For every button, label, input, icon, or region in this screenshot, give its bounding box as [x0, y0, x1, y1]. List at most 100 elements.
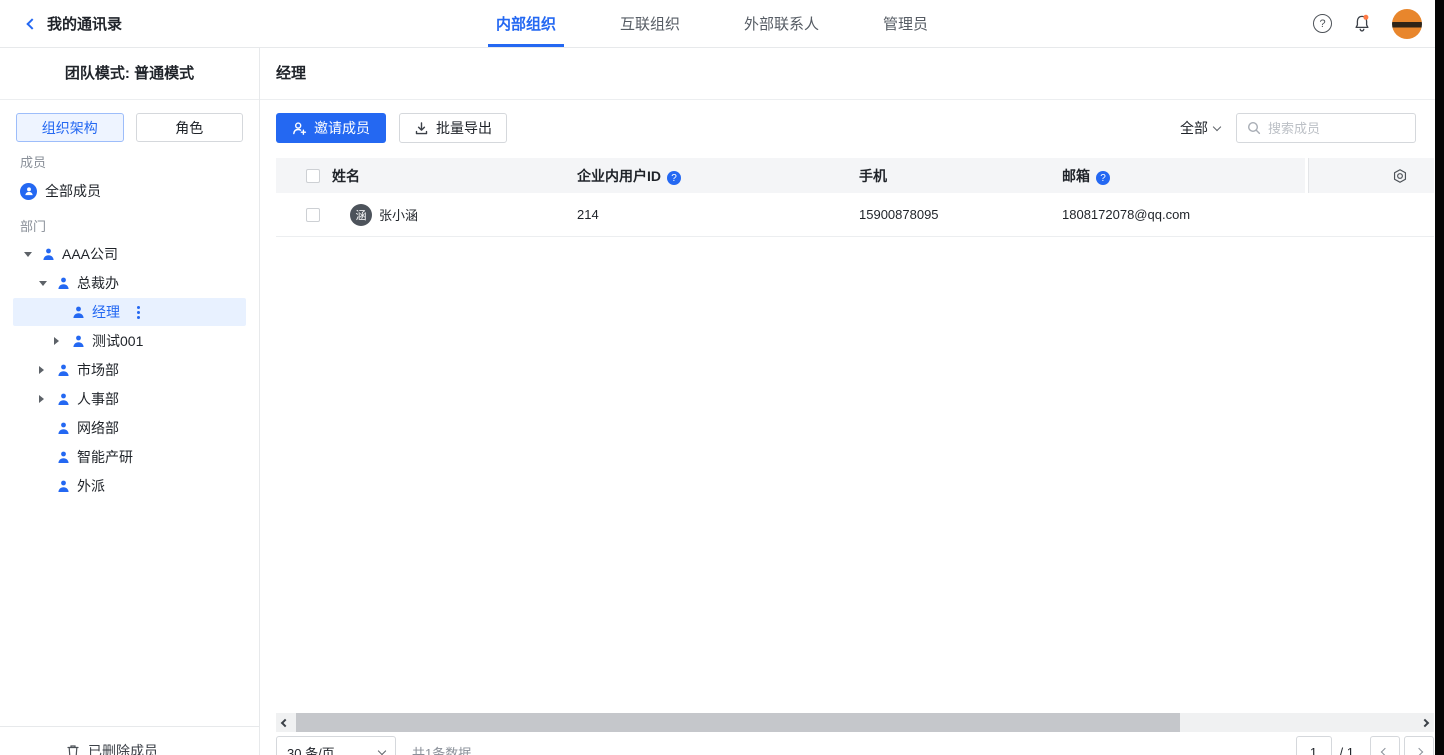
chevron-left-icon: [281, 718, 289, 726]
dept-title: 经理: [260, 48, 1444, 100]
invite-member-label: 邀请成员: [314, 118, 370, 138]
chevron-right-icon: [1415, 748, 1423, 755]
department-icon: [57, 364, 70, 377]
batch-export-button[interactable]: 批量导出: [399, 113, 507, 143]
notification-dot: [1363, 15, 1368, 20]
department-icon: [57, 422, 70, 435]
table-row[interactable]: 涵 张小涵 214 15900878095 1808172078@qq.com: [276, 193, 1434, 237]
batch-export-label: 批量导出: [436, 118, 492, 138]
row-checkbox-cell: [276, 208, 332, 222]
next-page-button[interactable]: [1404, 736, 1434, 755]
chevron-left-icon: [1381, 748, 1389, 755]
scrollbar-thumb[interactable]: [296, 713, 1180, 732]
member-avatar: 涵: [350, 204, 372, 226]
tab-label: 管理员: [883, 13, 928, 34]
tree-item-manager[interactable]: 经理: [13, 298, 246, 326]
topbar-actions: ?: [1313, 0, 1422, 47]
help-icon[interactable]: ?: [1096, 171, 1110, 185]
scroll-left-button[interactable]: [276, 713, 294, 732]
pager: 1 / 1: [1296, 736, 1434, 755]
tree-collapse-icon[interactable]: [24, 252, 42, 257]
tree-collapse-icon[interactable]: [39, 281, 57, 286]
tree-expand-icon[interactable]: [54, 337, 72, 345]
column-header-email: 邮箱?: [1062, 166, 1305, 186]
trash-icon: [66, 744, 80, 755]
notification-bell-icon[interactable]: [1353, 14, 1371, 33]
current-page-input[interactable]: 1: [1296, 736, 1332, 755]
page-size-select[interactable]: 30 条/页: [276, 736, 396, 755]
tree-item-marketing[interactable]: 市场部: [13, 356, 246, 384]
tree-item-label: AAA公司: [62, 244, 118, 264]
help-icon[interactable]: ?: [667, 171, 681, 185]
tree-item-outsourced[interactable]: 外派: [13, 472, 246, 500]
row-settings-cell: [1305, 193, 1434, 236]
chevron-down-icon: [1213, 122, 1221, 130]
tab-internal-org[interactable]: 内部组织: [488, 0, 564, 47]
tab-connected-org[interactable]: 互联组织: [612, 0, 688, 47]
prev-page-button[interactable]: [1370, 736, 1400, 755]
tab-label: 互联组织: [620, 13, 680, 34]
scroll-right-button[interactable]: [1416, 713, 1434, 732]
team-mode-label: 团队模式: 普通模式: [0, 48, 259, 100]
dept-section-label: 部门: [20, 216, 259, 231]
tab-external-contacts[interactable]: 外部联系人: [736, 0, 827, 47]
department-icon: [57, 393, 70, 406]
search-input[interactable]: [1268, 121, 1405, 136]
tree-item-more-icon[interactable]: [137, 311, 140, 314]
deleted-members-link[interactable]: 已删除成员: [66, 741, 259, 755]
select-all-checkbox[interactable]: [306, 169, 320, 183]
page-size-value: 30 条/页: [287, 743, 335, 755]
department-icon: [57, 277, 70, 290]
sidebar-item-all-members[interactable]: 全部成员: [0, 176, 259, 206]
all-members-icon: [20, 183, 37, 200]
table-header-row: 姓名 企业内用户ID? 手机 邮箱?: [276, 158, 1434, 193]
main-tabs: 内部组织 互联组织 外部联系人 管理员: [488, 0, 936, 47]
tree-item-test001[interactable]: 测试001: [13, 327, 246, 355]
horizontal-scrollbar[interactable]: [276, 713, 1434, 732]
user-avatar[interactable]: [1392, 9, 1422, 39]
department-icon: [42, 248, 55, 261]
view-toggle: 组织架构 角色: [16, 113, 243, 142]
roles-button[interactable]: 角色: [136, 113, 244, 142]
help-icon[interactable]: ?: [1313, 14, 1332, 33]
all-members-label: 全部成员: [45, 181, 101, 201]
column-header-name: 姓名: [332, 166, 577, 186]
tree-item-aaa-company[interactable]: AAA公司: [13, 240, 246, 268]
column-settings-cell: [1305, 158, 1434, 193]
tree-item-label: 网络部: [77, 418, 119, 438]
row-checkbox[interactable]: [306, 208, 320, 222]
tree-item-hr[interactable]: 人事部: [13, 385, 246, 413]
tab-admins[interactable]: 管理员: [875, 0, 936, 47]
filter-value: 全部: [1180, 118, 1208, 138]
column-settings-gear-icon[interactable]: [1392, 168, 1408, 184]
tree-item-ceo-office[interactable]: 总裁办: [13, 269, 246, 297]
filter-dropdown[interactable]: 全部: [1180, 118, 1220, 138]
row-email-cell: 1808172078@qq.com: [1062, 207, 1305, 222]
right-edge-strip: [1435, 0, 1444, 755]
department-icon: [72, 306, 85, 319]
page-header-title: 我的通讯录: [47, 13, 122, 34]
members-table: 姓名 企业内用户ID? 手机 邮箱? 涵: [276, 158, 1434, 237]
row-user-id-cell: 214: [577, 207, 859, 222]
tree-item-smart-rd[interactable]: 智能产研: [13, 443, 246, 471]
tree-expand-icon[interactable]: [39, 366, 57, 374]
org-structure-button[interactable]: 组织架构: [16, 113, 124, 142]
tree-item-label: 智能产研: [77, 447, 133, 467]
members-section-label: 成员: [20, 152, 259, 167]
add-person-icon: [292, 121, 307, 136]
download-icon: [414, 121, 429, 136]
row-phone-cell: 15900878095: [859, 207, 1062, 222]
invite-member-button[interactable]: 邀请成员: [276, 113, 386, 143]
column-label: 姓名: [332, 166, 360, 186]
column-label: 邮箱: [1062, 168, 1090, 184]
total-pages-label: / 1: [1340, 745, 1354, 755]
tree-expand-icon[interactable]: [39, 395, 57, 403]
back-button[interactable]: 我的通讯录: [28, 0, 122, 47]
chevron-right-icon: [1421, 718, 1429, 726]
tree-item-label: 市场部: [77, 360, 119, 380]
search-box: [1236, 113, 1416, 143]
department-icon: [72, 335, 85, 348]
toolbar: 邀请成员 批量导出 全部: [276, 113, 1416, 143]
tree-item-network[interactable]: 网络部: [13, 414, 246, 442]
tree-item-label: 测试001: [92, 331, 143, 351]
